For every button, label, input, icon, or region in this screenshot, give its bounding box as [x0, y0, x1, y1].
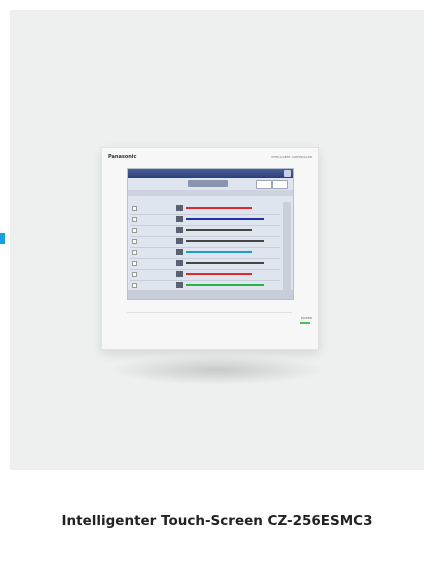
screen-row-schedule-bar: [186, 262, 264, 264]
screen-row-switch: [176, 249, 183, 255]
screen-row-schedule-bar: [186, 229, 252, 231]
screen-grid-header: [128, 190, 293, 196]
screen-row-checkbox: [132, 261, 137, 266]
screen-row-schedule-bar: [186, 218, 264, 220]
device-lower-panel: [127, 312, 292, 345]
screen-bottombar: [128, 290, 293, 299]
screen-row-schedule-bar: [186, 273, 252, 275]
screen-row-checkbox: [132, 217, 137, 222]
screen-row-checkbox: [132, 272, 137, 277]
screen-row-schedule-bar: [186, 284, 264, 286]
device-model-tag: INTELLIGENT CONTROLLER: [271, 155, 312, 159]
touch-screen-device-photo: Panasonic INTELLIGENT CONTROLLER POWER: [101, 147, 319, 350]
screen-button-1: [256, 180, 272, 189]
screen-row-switch: [176, 271, 183, 277]
device-shadow: [108, 355, 326, 385]
accent-marker: [0, 233, 5, 244]
screen-date-row: [128, 178, 293, 190]
device-screen: [127, 168, 294, 300]
screen-scrollbar: [283, 202, 291, 290]
screen-row-checkbox: [132, 228, 137, 233]
screen-row-checkbox: [132, 250, 137, 255]
screen-row-checkbox: [132, 283, 137, 288]
screen-row-schedule-bar: [186, 251, 252, 253]
screen-row-switch: [176, 238, 183, 244]
screen-menu-icon: [284, 170, 291, 177]
screen-topbar: [128, 169, 293, 178]
power-led: [300, 322, 310, 324]
screen-row-switch: [176, 205, 183, 211]
screen-button-2: [272, 180, 288, 189]
screen-row-switch: [176, 260, 183, 266]
device-brand-logo: Panasonic: [108, 154, 137, 160]
screen-row-checkbox: [132, 206, 137, 211]
product-panel: Panasonic INTELLIGENT CONTROLLER POWER I…: [0, 0, 434, 571]
product-caption: Intelligenter Touch-Screen CZ-256ESMC3: [61, 513, 373, 529]
screen-row-switch: [176, 227, 183, 233]
screen-row-schedule-bar: [186, 240, 264, 242]
screen-row-schedule-bar: [186, 207, 252, 209]
screen-row-switch: [176, 216, 183, 222]
screen-row-checkbox: [132, 239, 137, 244]
power-label: POWER: [300, 316, 312, 320]
screen-row-switch: [176, 282, 183, 288]
screen-date-box: [188, 180, 228, 187]
